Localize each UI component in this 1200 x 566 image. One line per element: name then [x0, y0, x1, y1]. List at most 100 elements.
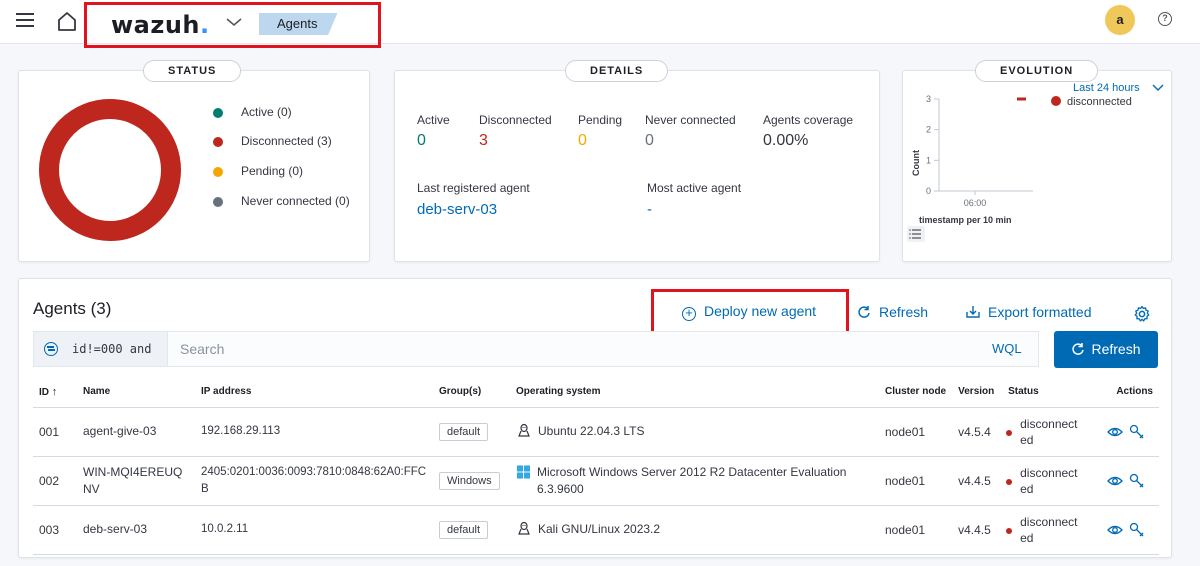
column-header-groups[interactable]: Group(s)	[433, 377, 510, 408]
breadcrumb[interactable]: Agents	[259, 13, 338, 35]
table-header-row: ID ↑ Name IP address Group(s) Operating …	[33, 377, 1159, 408]
export-formatted-button[interactable]: Export formatted	[965, 304, 1092, 320]
refresh-link-button[interactable]: Refresh	[857, 304, 928, 320]
refresh-button[interactable]: Refresh	[1054, 331, 1158, 368]
x-tick-label: 06:00	[964, 198, 987, 208]
column-header-actions: Actions	[1096, 377, 1159, 408]
y-tick-label: 1	[926, 155, 931, 165]
cell-actions	[1096, 456, 1159, 506]
evolution-panel: EVOLUTION Last 24 hours disconnected Cou…	[902, 60, 1172, 262]
status-badge: disconnected	[1020, 465, 1078, 496]
table-row[interactable]: 002 WIN-MQI4EREUQNV 2405:0201:0036:0093:78…	[33, 456, 1159, 506]
app-switcher-highlight: wazuh. Agents	[84, 2, 381, 48]
table-row[interactable]: 001 agent-give-03 192.168.29.113 default Ubu…	[33, 407, 1159, 457]
avatar[interactable]: a	[1105, 5, 1135, 35]
group-badge[interactable]: default	[439, 422, 489, 441]
export-icon	[966, 306, 980, 318]
cell-actions	[1096, 505, 1159, 555]
column-header-ip[interactable]: IP address	[195, 377, 433, 408]
cell-os: Microsoft Windows Server 2012 R2 Datacen…	[510, 456, 879, 506]
status-dot	[1006, 527, 1013, 534]
y-axis-label: Count	[911, 150, 921, 176]
stat-never-connected: Never connected 0	[645, 113, 736, 149]
refresh-icon	[858, 306, 870, 318]
deploy-highlight: + Deploy new agent	[651, 289, 849, 337]
column-header-status[interactable]: Status	[1002, 377, 1097, 408]
top-bar: wazuh. Agents a ?	[0, 0, 1200, 48]
help-icon[interactable]: ?	[1158, 12, 1172, 26]
group-badge[interactable]: default	[439, 520, 489, 539]
cell-ip: 10.0.2.11	[195, 505, 433, 555]
status-dot	[1006, 429, 1013, 436]
legend-dot	[213, 137, 223, 147]
cell-cluster-node: node01	[879, 505, 953, 555]
panel-title: STATUS	[143, 60, 242, 82]
status-badge: disconnected	[1020, 416, 1078, 447]
deploy-new-agent-button[interactable]: + Deploy new agent	[682, 303, 816, 321]
status-donut-chart	[39, 99, 181, 241]
cell-ip: 192.168.29.113	[195, 407, 433, 457]
legend-dot	[213, 197, 223, 207]
search-bar: id!=000 and WQL	[33, 331, 1039, 367]
chevron-down-icon[interactable]	[225, 15, 243, 29]
cell-status: disconnected	[1002, 407, 1097, 457]
cell-status: disconnected	[1002, 505, 1097, 555]
cell-version: v4.4.5	[952, 505, 1003, 555]
table-row[interactable]: 003 deb-serv-03 10.0.2.11 default Kali GNU/L…	[33, 505, 1159, 555]
y-tick-label: 0	[926, 186, 931, 196]
group-badge[interactable]: Windows	[439, 471, 500, 490]
column-header-cluster-node[interactable]: Cluster node	[879, 377, 953, 408]
last-registered-agent-link[interactable]: deb-serv-03	[417, 201, 530, 218]
eye-icon[interactable]	[1107, 522, 1123, 538]
last-registered-agent: Last registered agent deb-serv-03	[417, 181, 530, 218]
stat-pending: Pending 0	[578, 113, 623, 149]
sort-arrow-icon: ↑	[51, 385, 58, 398]
column-header-version[interactable]: Version	[952, 377, 1003, 408]
column-header-id[interactable]: ID ↑	[33, 377, 77, 408]
wrench-icon[interactable]	[1129, 424, 1145, 440]
legend-dot	[213, 167, 223, 177]
search-input[interactable]	[180, 339, 970, 359]
column-header-os[interactable]: Operating system	[510, 377, 879, 408]
details-panel: DETAILS Active 0 Disconnected 3 Pending …	[394, 60, 880, 262]
cell-status: disconnected	[1002, 456, 1097, 506]
cell-cluster-node: node01	[879, 407, 953, 457]
list-icon[interactable]	[907, 226, 925, 242]
wrench-icon[interactable]	[1129, 473, 1145, 489]
chart-axis	[938, 99, 1033, 192]
search-query-text: id!=000 and	[72, 342, 152, 356]
most-active-agent: Most active agent -	[647, 181, 742, 218]
x-axis-label: timestamp per 10 min	[919, 215, 1012, 225]
agents-title: Agents (3)	[33, 299, 112, 318]
wazuh-logo[interactable]: wazuh.	[111, 11, 210, 39]
status-dot	[1006, 478, 1013, 485]
wql-button[interactable]: WQL	[992, 341, 1022, 356]
cell-group: default	[433, 407, 510, 457]
column-header-name[interactable]: Name	[77, 377, 195, 408]
eye-icon[interactable]	[1107, 473, 1123, 489]
y-tick-label: 2	[926, 125, 931, 135]
query-language-toggle[interactable]: id!=000 and	[34, 332, 168, 366]
linux-icon	[518, 423, 530, 437]
cell-version: v4.4.5	[952, 456, 1003, 506]
cell-cluster-node: node01	[879, 456, 953, 506]
cell-version: v4.5.4	[952, 407, 1003, 457]
stat-agents-coverage: Agents coverage 0.00%	[763, 113, 854, 149]
cell-group: Windows	[433, 456, 510, 506]
menu-icon[interactable]	[16, 13, 34, 27]
home-icon[interactable]	[56, 10, 78, 32]
status-badge: disconnected	[1020, 514, 1078, 545]
wrench-icon[interactable]	[1129, 522, 1145, 538]
legend-dot	[213, 108, 223, 118]
refresh-icon	[1072, 343, 1085, 355]
eye-icon[interactable]	[1107, 424, 1123, 440]
cell-ip: 2405:0201:0036:0093:7810:0848:62A0:FFCB	[195, 456, 433, 506]
plus-circle-icon: +	[682, 306, 696, 321]
cell-id: 002	[33, 456, 77, 506]
cell-name: WIN-MQI4EREUQNV	[77, 456, 195, 506]
stat-disconnected: Disconnected 3	[479, 113, 552, 149]
agents-table: ID ↑ Name IP address Group(s) Operating …	[33, 377, 1159, 555]
cell-os: Kali GNU/Linux 2023.2	[510, 505, 879, 555]
gear-icon[interactable]	[1133, 305, 1151, 323]
filter-icon	[44, 342, 58, 356]
